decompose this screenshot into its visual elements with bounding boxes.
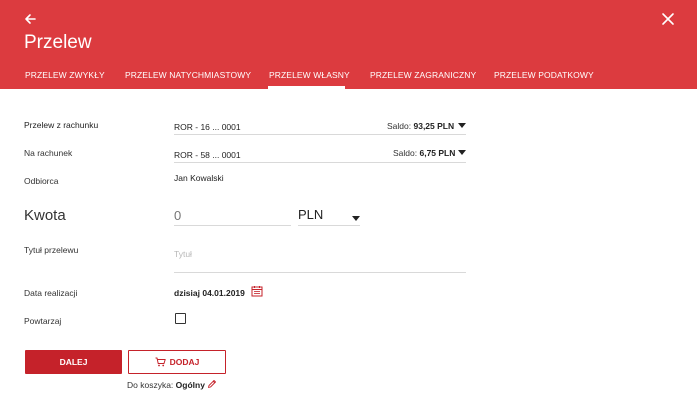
add-to-basket-button[interactable]: DODAJ xyxy=(128,350,226,374)
amount-underline xyxy=(174,225,291,226)
from-saldo-value: 93,25 PLN xyxy=(413,121,455,131)
currency-underline xyxy=(298,225,360,226)
to-account-select[interactable]: ROR - 58 ... 0001 xyxy=(174,150,241,160)
to-saldo-value: 6,75 PLN xyxy=(419,148,456,158)
repeat-checkbox[interactable] xyxy=(175,313,186,324)
to-saldo-label: Saldo: xyxy=(393,148,418,158)
from-account-saldo: Saldo: 93,25 PLN xyxy=(387,121,454,131)
next-button[interactable]: DALEJ xyxy=(25,350,122,374)
to-account-saldo: Saldo: 6,75 PLN xyxy=(393,148,455,158)
active-tab-indicator xyxy=(268,86,345,89)
from-saldo-label: Saldo: xyxy=(387,121,412,131)
execution-date-label: Data realizacji xyxy=(24,288,78,298)
basket-name: Ogólny xyxy=(175,380,205,390)
tab-przelew-zagraniczny[interactable]: PRZELEW ZAGRANICZNY xyxy=(370,70,476,80)
arrow-left-icon[interactable] xyxy=(22,11,38,27)
basket-info: Do koszyka: Ogólny xyxy=(127,380,205,390)
transfer-title-underline xyxy=(174,272,466,273)
basket-prefix: Do koszyka: xyxy=(127,380,174,390)
to-account-label: Na rachunek xyxy=(24,148,73,158)
transfer-title-input[interactable] xyxy=(174,247,464,261)
currency-dropdown-icon[interactable] xyxy=(352,216,360,221)
transfer-tabs: PRZELEW ZWYKŁY PRZELEW NATYCHMIASTOWY PR… xyxy=(0,66,697,89)
amount-input[interactable] xyxy=(174,207,289,224)
from-account-select[interactable]: ROR - 16 ... 0001 xyxy=(174,122,241,132)
tab-przelew-wlasny[interactable]: PRZELEW WŁASNY xyxy=(269,70,350,80)
add-button-label: DODAJ xyxy=(169,357,200,367)
recipient-value: Jan Kowalski xyxy=(174,173,224,183)
execution-date-value[interactable]: dzisiaj 04.01.2019 xyxy=(174,288,245,298)
tab-przelew-podatkowy[interactable]: PRZELEW PODATKOWY xyxy=(494,70,594,80)
transfer-title-label: Tytuł przelewu xyxy=(24,245,79,255)
from-account-underline xyxy=(174,134,466,135)
amount-label: Kwota xyxy=(24,207,66,224)
recipient-label: Odbiorca xyxy=(24,176,59,186)
pencil-icon[interactable] xyxy=(207,379,217,389)
header-bar: Przelew PRZELEW ZWYKŁY PRZELEW NATYCHMIA… xyxy=(0,0,697,89)
from-account-label: Przelew z rachunku xyxy=(24,120,99,130)
repeat-label: Powtarzaj xyxy=(24,316,62,326)
from-account-dropdown-icon[interactable] xyxy=(458,123,466,128)
tab-przelew-natychmiastowy[interactable]: PRZELEW NATYCHMIASTOWY xyxy=(125,70,251,80)
close-icon[interactable] xyxy=(660,11,676,27)
to-account-dropdown-icon[interactable] xyxy=(458,150,466,155)
tab-przelew-zwykly[interactable]: PRZELEW ZWYKŁY xyxy=(25,70,105,80)
currency-select[interactable]: PLN xyxy=(298,207,323,222)
calendar-icon[interactable] xyxy=(251,285,263,297)
cart-icon xyxy=(155,357,166,367)
to-account-underline xyxy=(174,162,466,163)
page-title: Przelew xyxy=(24,32,92,53)
